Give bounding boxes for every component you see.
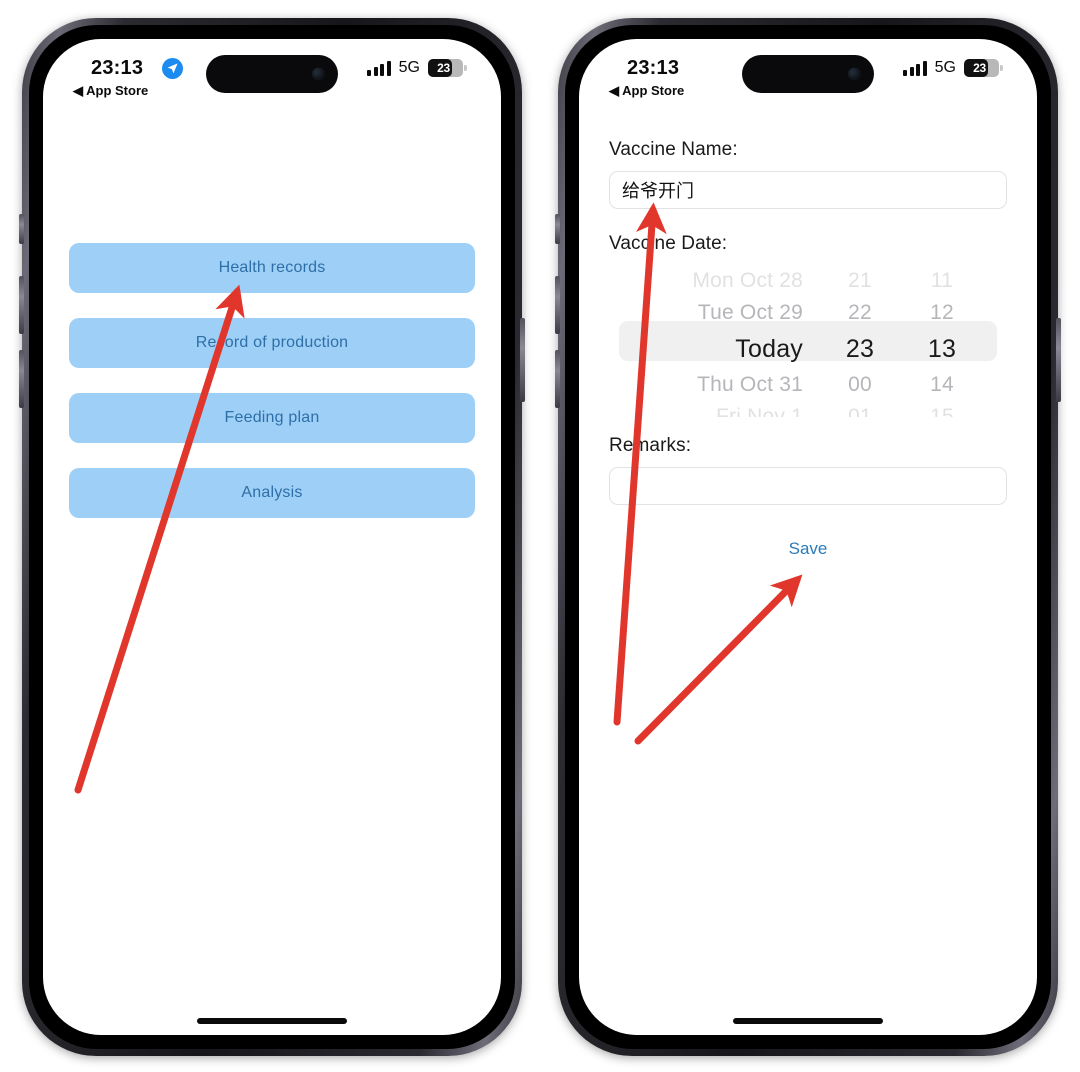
main-menu: Health records Record of production Feed… <box>69 243 475 518</box>
volume-up-button[interactable] <box>555 276 560 334</box>
power-button[interactable] <box>1056 318 1061 402</box>
status-bar: 23:13 ◀ App Store 5G 23 <box>579 39 1037 109</box>
cellular-signal-icon <box>367 60 391 76</box>
picker-hour-value: 22 <box>848 301 872 324</box>
picker-row[interactable]: Tue Oct 29 22 12 <box>609 297 1007 329</box>
picker-day-value: Fri Nov 1 <box>716 405 803 417</box>
front-camera-icon <box>848 67 861 81</box>
picker-day-value: Mon Oct 28 <box>692 269 803 292</box>
volume-up-button[interactable] <box>19 276 24 334</box>
picker-hour-value: 01 <box>848 405 872 417</box>
picker-day-value: Tue Oct 29 <box>697 301 803 324</box>
silent-switch[interactable] <box>19 214 24 244</box>
screenshot-canvas: 23:13 ◀ App Store 5G 23 Health records R… <box>0 0 1080 1072</box>
picker-day-value: Today <box>735 334 803 363</box>
menu-button-health-records[interactable]: Health records <box>69 243 475 293</box>
vaccine-name-label: Vaccine Name: <box>609 139 738 160</box>
phone-bezel: 23:13 ◀ App Store 5G 23 <box>565 25 1051 1049</box>
picker-minute-value: 13 <box>927 334 957 363</box>
status-time: 23:13 <box>91 57 144 79</box>
picker-row[interactable]: Mon Oct 28 21 11 <box>609 265 1007 297</box>
dynamic-island <box>742 55 874 93</box>
front-camera-icon <box>312 67 325 81</box>
save-button[interactable]: Save <box>789 539 828 559</box>
battery-icon: 23 <box>428 59 467 77</box>
picker-hour-value: 21 <box>848 269 872 292</box>
phone-bezel: 23:13 ◀ App Store 5G 23 <box>29 25 515 1049</box>
silent-switch[interactable] <box>555 214 560 244</box>
phone-screen-right: 23:13 ◀ App Store 5G 23 Vaccine Name: 给爷… <box>579 39 1037 1035</box>
power-button[interactable] <box>520 318 525 402</box>
battery-icon: 23 <box>964 59 1003 77</box>
vaccine-date-label: Vaccine Date: <box>609 233 728 254</box>
picker-hour-value: 00 <box>848 373 872 396</box>
picker-minute-value: 14 <box>930 373 954 396</box>
network-type-label: 5G <box>934 59 956 76</box>
picker-minute-value: 11 <box>930 269 954 292</box>
picker-day-value: Thu Oct 31 <box>697 373 803 396</box>
battery-percent-label: 23 <box>973 61 986 75</box>
home-indicator[interactable] <box>733 1018 883 1024</box>
status-indicators: 5G 23 <box>367 59 467 77</box>
battery-percent-label: 23 <box>437 61 450 75</box>
location-arrow-icon <box>162 58 183 79</box>
home-indicator[interactable] <box>197 1018 347 1024</box>
vaccine-form: Vaccine Name: 给爷开门 Vaccine Date: Mon Oct… <box>609 139 1007 559</box>
picker-rows: Mon Oct 28 21 11 Tue Oct 29 22 12 Today <box>609 265 1007 417</box>
remarks-label: Remarks: <box>609 435 692 456</box>
status-bar: 23:13 ◀ App Store 5G 23 <box>43 39 501 109</box>
phone-screen-left: 23:13 ◀ App Store 5G 23 Health records R… <box>43 39 501 1035</box>
vaccine-name-input[interactable]: 给爷开门 <box>609 171 1007 209</box>
picker-minute-value: 15 <box>930 405 954 417</box>
vaccine-date-picker[interactable]: Mon Oct 28 21 11 Tue Oct 29 22 12 Today <box>609 265 1007 417</box>
back-to-app-store-link[interactable]: ◀ App Store <box>609 83 684 99</box>
picker-row[interactable]: Fri Nov 1 01 15 <box>609 401 1007 417</box>
volume-down-button[interactable] <box>19 350 24 408</box>
dynamic-island <box>206 55 338 93</box>
status-time: 23:13 <box>627 57 680 79</box>
picker-hour-value: 23 <box>845 334 875 363</box>
menu-button-analysis[interactable]: Analysis <box>69 468 475 518</box>
save-row: Save <box>609 539 1007 559</box>
cellular-signal-icon <box>903 60 927 76</box>
picker-minute-value: 12 <box>930 301 954 324</box>
phone-left: 23:13 ◀ App Store 5G 23 Health records R… <box>19 18 525 1056</box>
network-type-label: 5G <box>398 59 420 76</box>
menu-button-record-of-production[interactable]: Record of production <box>69 318 475 368</box>
menu-button-feeding-plan[interactable]: Feeding plan <box>69 393 475 443</box>
back-to-app-store-link[interactable]: ◀ App Store <box>73 83 148 99</box>
volume-down-button[interactable] <box>555 350 560 408</box>
picker-row[interactable]: Thu Oct 31 00 14 <box>609 369 1007 401</box>
remarks-input[interactable] <box>609 467 1007 505</box>
phone-right: 23:13 ◀ App Store 5G 23 Vaccine Name: 给爷… <box>555 18 1061 1056</box>
picker-row-selected[interactable]: Today 23 13 <box>609 329 1007 369</box>
status-indicators: 5G 23 <box>903 59 1003 77</box>
